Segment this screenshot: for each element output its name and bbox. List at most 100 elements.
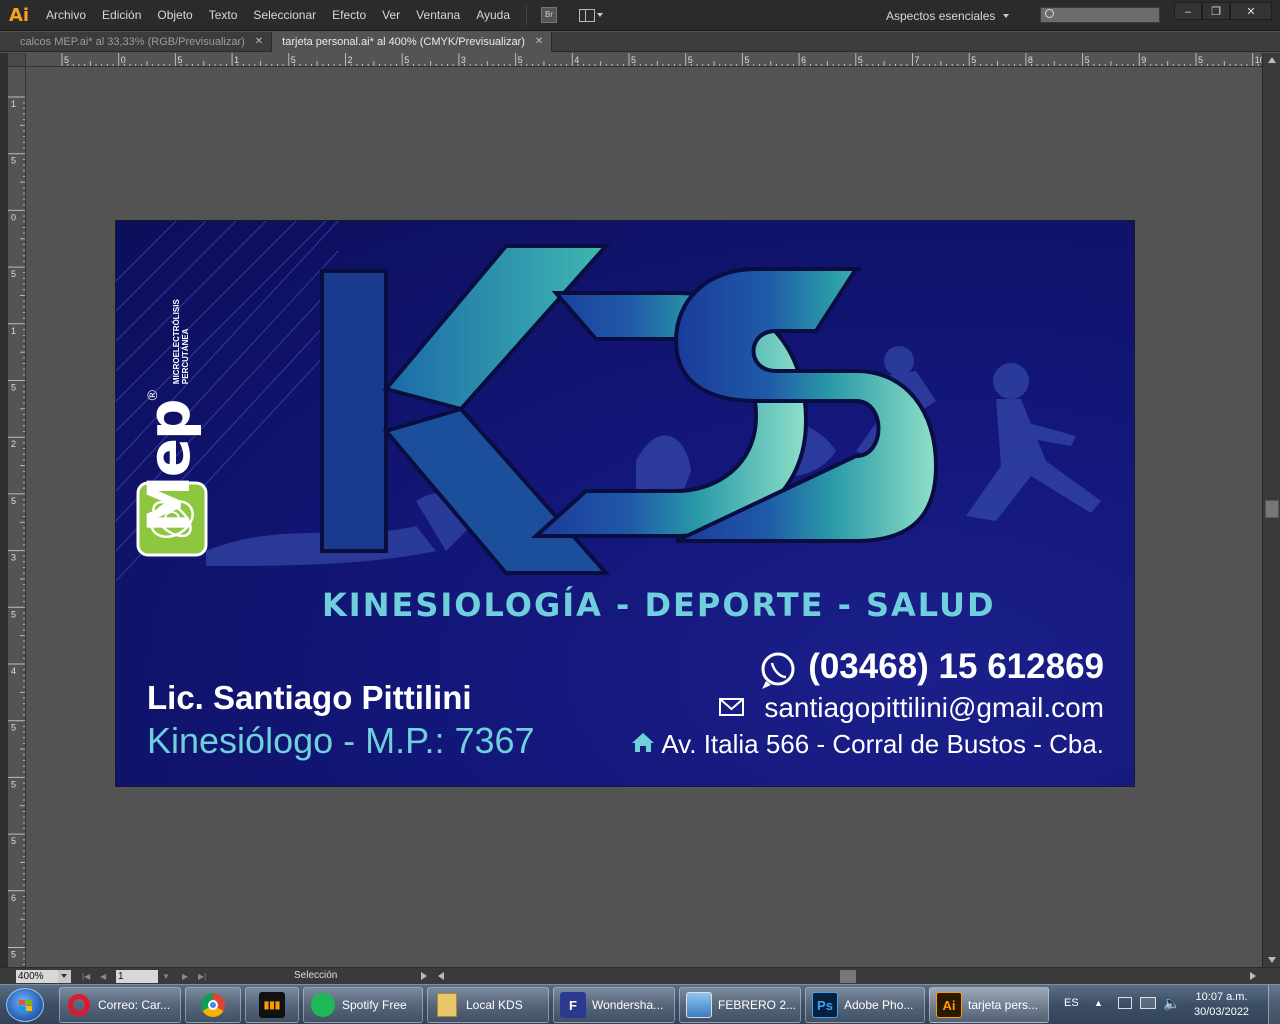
ruler-label: 3 xyxy=(11,553,16,563)
taskbar-item-illustrator[interactable]: Ai tarjeta pers... xyxy=(929,987,1049,1023)
taskbar-item-image-viewer[interactable]: FEBRERO 2... xyxy=(679,987,801,1023)
volume-icon[interactable]: 🔈 xyxy=(1163,995,1180,1012)
zoom-dropdown-button[interactable] xyxy=(58,970,71,983)
scroll-thumb[interactable] xyxy=(1265,500,1279,518)
artboard-dropdown-icon[interactable]: ▼ xyxy=(162,972,170,981)
tab-label: tarjeta personal.ai* al 400% (CMYK/Previ… xyxy=(282,36,525,48)
restore-button[interactable]: ❐ xyxy=(1202,2,1230,20)
taskbar-item-spotify[interactable]: Spotify Free xyxy=(303,987,423,1023)
whatsapp-icon xyxy=(761,652,795,689)
horizontal-ruler[interactable]: 5 0 5 1 5 2 5 3 5 4 5 5 5 6 5 7 5 8 5 9 5 10 xyxy=(26,53,1262,67)
artboard-canvas[interactable]: Mep ® MICROELECTRÓLISIS PERCUTÁNEA KINES… xyxy=(26,67,1262,967)
card-title: Kinesiólogo - M.P.: 7367 xyxy=(147,720,535,761)
menu-ventana[interactable]: Ventana xyxy=(408,0,468,31)
ruler-label: 0 xyxy=(121,55,126,65)
clock[interactable]: 10:07 a.m. 30/03/2022 xyxy=(1194,990,1249,1020)
ruler-label: 5 xyxy=(1198,55,1203,65)
ruler-label: 6 xyxy=(11,893,16,903)
start-button[interactable] xyxy=(6,988,44,1022)
chevron-down-icon xyxy=(61,974,67,978)
previous-artboard-icon[interactable]: ◀ xyxy=(100,972,106,981)
menu-texto[interactable]: Texto xyxy=(201,0,246,31)
show-hidden-icons-icon[interactable]: ▲ xyxy=(1094,998,1103,1008)
tab-tarjeta-personal[interactable]: tarjeta personal.ai* al 400% (CMYK/Previ… xyxy=(272,32,553,52)
next-artboard-icon[interactable]: ▶ xyxy=(182,972,188,981)
status-menu-icon[interactable] xyxy=(421,972,427,980)
spotify-icon xyxy=(310,992,336,1018)
workspace-switcher[interactable]: Aspectos esenciales xyxy=(886,0,1010,31)
scroll-right-icon[interactable] xyxy=(1250,972,1256,980)
ruler-label: 5 xyxy=(688,55,693,65)
illustrator-window: Ai Archivo Edición Objeto Texto Seleccio… xyxy=(0,0,1280,1024)
zoom-level-field[interactable]: 400% xyxy=(16,970,58,983)
menu-objeto[interactable]: Objeto xyxy=(149,0,200,31)
chrome-icon xyxy=(200,992,226,1018)
windows-logo-icon xyxy=(19,1000,33,1012)
ruler-label: 1 xyxy=(11,326,16,336)
photoshop-icon: Ps xyxy=(812,992,838,1018)
ruler-label: 5 xyxy=(11,383,16,393)
scroll-up-icon[interactable] xyxy=(1268,57,1276,63)
ruler-label: 8 xyxy=(1028,55,1033,65)
clock-time: 10:07 a.m. xyxy=(1195,991,1248,1003)
ruler-label: 5 xyxy=(744,55,749,65)
card-name: Lic. Santiago Pittilini xyxy=(147,679,472,716)
menu-efecto[interactable]: Efecto xyxy=(324,0,374,31)
taskbar-item-label: tarjeta pers... xyxy=(968,998,1039,1012)
menu-archivo[interactable]: Archivo xyxy=(38,0,94,31)
chevron-down-icon xyxy=(1003,13,1010,18)
ruler-label: 1 xyxy=(11,99,16,109)
clock-date: 30/03/2022 xyxy=(1194,1006,1250,1018)
scroll-left-icon[interactable] xyxy=(438,972,444,980)
minimize-button[interactable]: – xyxy=(1174,2,1202,20)
menu-seleccionar[interactable]: Seleccionar xyxy=(245,0,324,31)
current-tool-label[interactable]: Selección xyxy=(294,970,337,981)
close-icon[interactable]: ✕ xyxy=(255,32,263,52)
first-artboard-icon[interactable]: |◀ xyxy=(82,972,90,981)
bridge-button[interactable]: Br xyxy=(541,7,558,23)
menu-ver[interactable]: Ver xyxy=(374,0,408,31)
vertical-ruler[interactable]: 1 5 0 5 1 5 2 5 3 5 4 5 5 5 6 5 xyxy=(8,67,26,967)
ruler-label: 5 xyxy=(11,496,16,506)
close-button[interactable]: ✕ xyxy=(1230,2,1272,20)
artboard-number-field[interactable]: 1 xyxy=(116,970,158,983)
vertical-scrollbar[interactable] xyxy=(1262,53,1280,967)
ruler-label: 9 xyxy=(1141,55,1146,65)
menu-ayuda[interactable]: Ayuda xyxy=(468,0,518,31)
wondershare-icon: F xyxy=(560,992,586,1018)
menu-edicion[interactable]: Edición xyxy=(94,0,149,31)
workspace-label: Aspectos esenciales xyxy=(886,8,996,23)
tab-label: calcos MEP.ai* al 33,33% (RGB/Previsuali… xyxy=(20,36,245,48)
ruler-label: 7 xyxy=(915,55,920,65)
taskbar-item-audio[interactable]: ▮▮▮ xyxy=(245,987,299,1023)
ruler-label: 3 xyxy=(461,55,466,65)
scroll-down-icon[interactable] xyxy=(1268,957,1276,963)
taskbar-item-opera[interactable]: Correo: Car... xyxy=(59,987,181,1023)
ruler-origin[interactable] xyxy=(8,53,26,67)
windows-taskbar: Correo: Car... ▮▮▮ Spotify Free Local KD… xyxy=(0,984,1280,1024)
action-center-icon[interactable] xyxy=(1118,997,1132,1009)
tab-calcos-mep[interactable]: calcos MEP.ai* al 33,33% (RGB/Previsuali… xyxy=(0,32,273,52)
scroll-thumb[interactable] xyxy=(840,970,856,983)
horizontal-scrollbar[interactable] xyxy=(434,969,1262,984)
document-tabs: calcos MEP.ai* al 33,33% (RGB/Previsuali… xyxy=(0,32,1280,52)
ruler-label: 5 xyxy=(1085,55,1090,65)
ruler-label: 5 xyxy=(11,779,16,789)
last-artboard-icon[interactable]: ▶| xyxy=(198,972,206,981)
language-indicator[interactable]: ES xyxy=(1064,997,1079,1009)
mep-subtitle-2: PERCUTÁNEA xyxy=(181,328,190,385)
taskbar-item-wondershare[interactable]: F Wondersha... xyxy=(553,987,675,1023)
help-search-input[interactable] xyxy=(1040,7,1160,23)
taskbar-item-photoshop[interactable]: Ps Adobe Pho... xyxy=(805,987,925,1023)
card-email: santiagopittilini@gmail.com xyxy=(764,692,1104,723)
show-desktop-button[interactable] xyxy=(1268,985,1280,1024)
taskbar-item-folder[interactable]: Local KDS xyxy=(427,987,549,1023)
ruler-label: 5 xyxy=(64,55,69,65)
tools-panel-edge xyxy=(0,53,8,967)
close-icon[interactable]: ✕ xyxy=(535,32,543,52)
business-card-artwork[interactable]: Mep ® MICROELECTRÓLISIS PERCUTÁNEA KINES… xyxy=(115,220,1135,787)
arrange-documents-button[interactable] xyxy=(579,7,607,23)
system-tray: ES ▲ 🔈 10:07 a.m. 30/03/2022 xyxy=(1058,985,1280,1024)
taskbar-item-chrome[interactable] xyxy=(185,987,241,1023)
network-icon[interactable] xyxy=(1140,997,1156,1009)
